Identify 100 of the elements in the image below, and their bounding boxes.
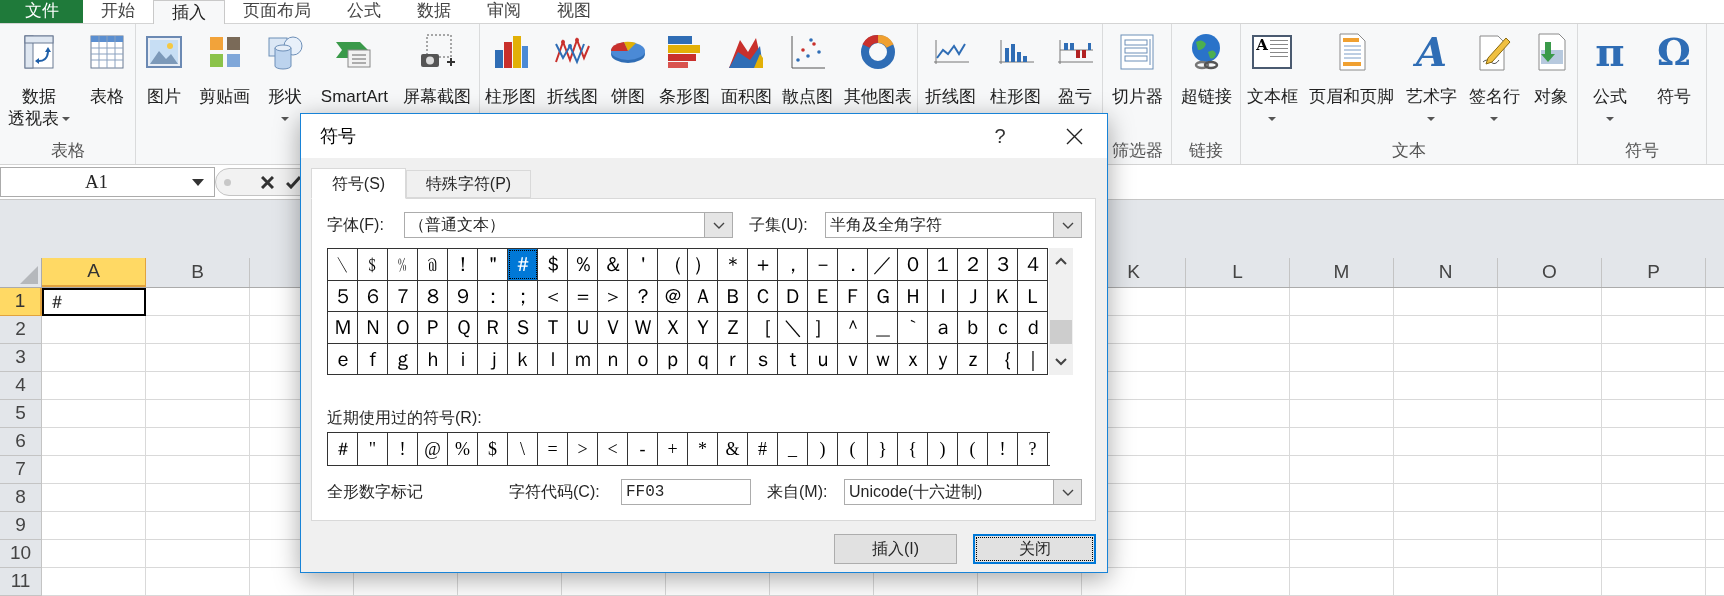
ribbon-button[interactable]: A 艺术字: [1404, 24, 1459, 130]
symbol-cell[interactable]: ｂ: [958, 312, 988, 343]
symbol-cell[interactable]: ﹫: [418, 249, 448, 280]
symbol-cell[interactable]: ｘ: [898, 343, 928, 374]
ribbon-button[interactable]: 超链接: [1178, 24, 1234, 108]
symbol-cell[interactable]: ２: [958, 249, 988, 280]
ribbon-button[interactable]: SmartArt: [318, 24, 390, 108]
symbol-cell[interactable]: Ｍ: [328, 312, 358, 343]
symbol-cell[interactable]: ｊ: [478, 343, 508, 374]
symbol-cell[interactable]: Ｌ: [1018, 280, 1048, 311]
symbol-cell[interactable]: ４: [1018, 249, 1048, 280]
symbol-cell[interactable]: ］: [808, 312, 838, 343]
enter-icon[interactable]: [286, 175, 301, 189]
scroll-down-icon[interactable]: [1055, 358, 1067, 366]
symbol-cell[interactable]: Ｂ: [718, 280, 748, 311]
symbol-cell[interactable]: ＞: [598, 280, 628, 311]
symbol-cell[interactable]: ｍ: [568, 343, 598, 374]
symbol-cell[interactable]: ＿: [868, 312, 898, 343]
symbol-cell[interactable]: （: [658, 249, 688, 280]
symbol-cell[interactable]: ｒ: [718, 343, 748, 374]
select-all-icon[interactable]: [20, 266, 38, 284]
symbol-cell[interactable]: ｚ: [958, 343, 988, 374]
symbol-cell[interactable]: ；: [508, 280, 538, 311]
symbol-cell[interactable]: ｋ: [508, 343, 538, 374]
symbol-cell[interactable]: ，: [778, 249, 808, 280]
symbol-cell[interactable]: ／: [868, 249, 898, 280]
symbol-cell[interactable]: ＠: [658, 280, 688, 311]
row-header[interactable]: 4: [0, 372, 42, 400]
dropdown-field[interactable]: 半角及全角字符: [825, 212, 1082, 238]
symbol-cell[interactable]: ：: [478, 280, 508, 311]
active-cell[interactable]: ＃: [42, 288, 146, 316]
symbol-cell[interactable]: ０: [898, 249, 928, 280]
symbol-cell[interactable]: Ｋ: [988, 280, 1018, 311]
symbol-cell[interactable]: ７: [388, 280, 418, 311]
dialog-tab[interactable]: 特殊字符(P): [406, 170, 531, 198]
dropdown-field[interactable]: Unicode(十六进制): [844, 479, 1082, 505]
dialog-button[interactable]: 关闭: [973, 534, 1096, 564]
ribbon-tab[interactable]: 审阅: [469, 0, 539, 23]
ribbon-button[interactable]: 柱形图: [483, 24, 539, 108]
symbol-cell[interactable]: ｑ: [688, 343, 718, 374]
symbol-cell[interactable]: ＆: [598, 249, 628, 280]
ribbon-button[interactable]: 签名行: [1466, 24, 1522, 130]
scroll-up-icon[interactable]: [1055, 257, 1067, 265]
symbol-cell[interactable]: Ｒ: [478, 312, 508, 343]
ribbon-tab[interactable]: 公式: [329, 0, 399, 23]
row-header[interactable]: 5: [0, 400, 42, 428]
symbol-cell[interactable]: ｎ: [598, 343, 628, 374]
symbol-cell[interactable]: Ａ: [688, 280, 718, 311]
symbol-cell[interactable]: ａ: [928, 312, 958, 343]
column-header[interactable]: P: [1602, 258, 1706, 287]
symbol-cell[interactable]: Ｆ: [838, 280, 868, 311]
ribbon-tab[interactable]: 视图: [539, 0, 609, 23]
row-header[interactable]: 9: [0, 512, 42, 540]
symbol-cell[interactable]: ＃: [508, 249, 538, 280]
ribbon-tab[interactable]: 页面布局: [225, 0, 329, 23]
ribbon-button[interactable]: 面积图: [718, 24, 774, 108]
symbol-cell[interactable]: ｐ: [658, 343, 688, 374]
ribbon-button[interactable]: 饼图: [606, 24, 651, 108]
symbol-cell[interactable]: ！: [448, 249, 478, 280]
dropdown-field[interactable]: （普通文本）: [404, 212, 733, 238]
symbol-cell[interactable]: ＋: [748, 249, 778, 280]
help-button[interactable]: ?: [977, 116, 1023, 156]
symbol-cell[interactable]: ｉ: [448, 343, 478, 374]
symbol-cell[interactable]: Ｕ: [568, 312, 598, 343]
symbol-cell[interactable]: ［: [748, 312, 778, 343]
symbol-cell[interactable]: ．: [838, 249, 868, 280]
ribbon-button[interactable]: 折线图: [923, 24, 978, 108]
ribbon-button[interactable]: 散点图: [780, 24, 836, 108]
symbol-cell[interactable]: Ｖ: [598, 312, 628, 343]
symbol-cell[interactable]: ９: [448, 280, 478, 311]
symbol-cell[interactable]: ＼: [778, 312, 808, 343]
ribbon-button[interactable]: π 公式: [1591, 24, 1629, 130]
symbol-cell[interactable]: ｀: [898, 312, 928, 343]
symbol-cell[interactable]: ＜: [538, 280, 568, 311]
ribbon-button[interactable]: 盈亏: [1053, 24, 1097, 108]
ribbon-button[interactable]: 其他图表: [841, 24, 914, 108]
symbol-cell[interactable]: ５: [328, 280, 358, 311]
symbol-cell[interactable]: ｃ: [988, 312, 1018, 343]
scrollbar[interactable]: [1049, 248, 1073, 375]
symbol-cell[interactable]: ｇ: [388, 343, 418, 374]
ribbon-tab[interactable]: 插入: [153, 0, 225, 24]
ribbon-button[interactable]: 图片: [141, 24, 186, 108]
row-header[interactable]: 2: [0, 316, 42, 344]
symbol-cell[interactable]: ｕ: [808, 343, 838, 374]
symbol-cell[interactable]: ＄: [538, 249, 568, 280]
ribbon-button[interactable]: 表格: [84, 24, 129, 108]
ribbon-button[interactable]: Ω 符号: [1655, 24, 1693, 108]
ribbon-button[interactable]: 柱形图: [988, 24, 1043, 108]
symbol-cell[interactable]: Ｇ: [868, 280, 898, 311]
symbol-cell[interactable]: ｅ: [328, 343, 358, 374]
row-header[interactable]: 7: [0, 456, 42, 484]
symbol-cell[interactable]: Ｙ: [688, 312, 718, 343]
symbol-cell[interactable]: ﹪: [388, 249, 418, 280]
ribbon-button[interactable]: 折线图: [544, 24, 600, 108]
symbol-cell[interactable]: １: [928, 249, 958, 280]
symbol-cell[interactable]: ｛: [988, 343, 1018, 374]
ribbon-tab[interactable]: 文件: [0, 0, 83, 23]
symbol-cell[interactable]: ＊: [718, 249, 748, 280]
row-header[interactable]: 8: [0, 484, 42, 512]
symbol-cell[interactable]: Ｅ: [808, 280, 838, 311]
